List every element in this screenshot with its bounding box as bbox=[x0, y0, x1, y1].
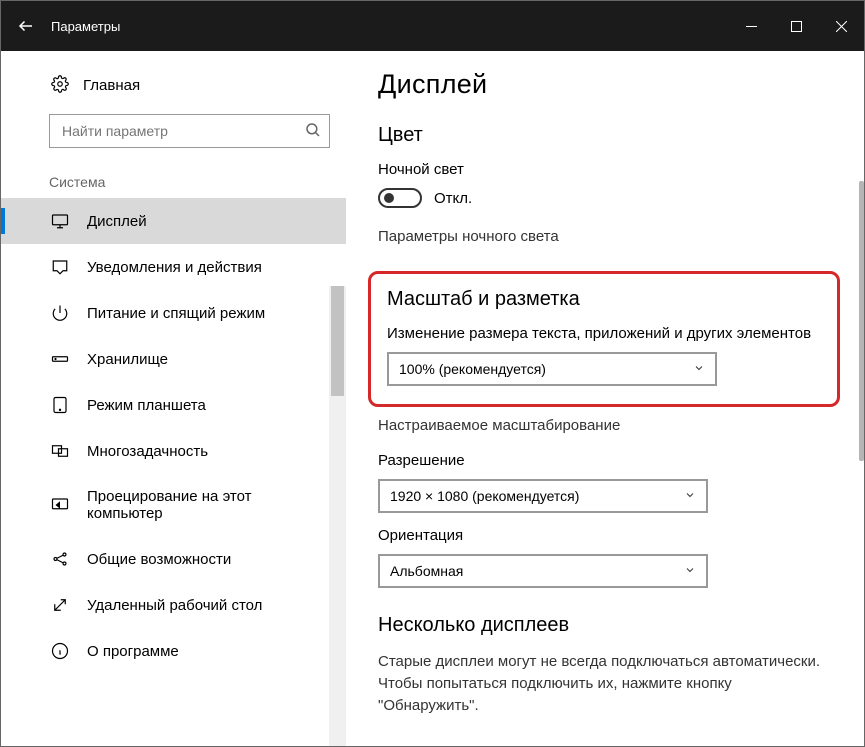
sidebar-item-label: Хранилище bbox=[87, 351, 168, 368]
chevron-down-icon bbox=[684, 488, 696, 504]
section-label: Система bbox=[1, 168, 346, 198]
scrollbar-thumb[interactable] bbox=[859, 181, 864, 461]
body-area: Главная Система Дисплей bbox=[1, 51, 864, 746]
resolution-combobox[interactable]: 1920 × 1080 (рекомендуется) bbox=[378, 479, 708, 513]
content-area: Дисплей Цвет Ночной свет Откл. Параметры… bbox=[346, 51, 864, 746]
color-heading: Цвет bbox=[378, 124, 834, 147]
sidebar-item-about[interactable]: О программе bbox=[1, 628, 346, 674]
sidebar-item-label: О программе bbox=[87, 643, 179, 660]
night-light-label: Ночной свет bbox=[378, 161, 834, 178]
sidebar: Главная Система Дисплей bbox=[1, 51, 346, 746]
sidebar-item-tablet[interactable]: Режим планшета bbox=[1, 382, 346, 428]
back-button[interactable] bbox=[1, 1, 51, 51]
scale-combobox[interactable]: 100% (рекомендуется) bbox=[387, 352, 717, 386]
night-light-toggle-row: Откл. bbox=[378, 188, 834, 208]
sidebar-item-label: Удаленный рабочий стол bbox=[87, 597, 262, 614]
sidebar-item-multitask[interactable]: Многозадачность bbox=[1, 428, 346, 474]
page-title: Дисплей bbox=[378, 69, 834, 100]
info-icon bbox=[51, 642, 69, 660]
maximize-button[interactable] bbox=[774, 1, 819, 51]
display-icon bbox=[51, 212, 69, 230]
sidebar-item-remote[interactable]: Удаленный рабочий стол bbox=[1, 582, 346, 628]
multi-displays-body: Старые дисплеи могут не всегда подключат… bbox=[378, 651, 834, 716]
search-input[interactable] bbox=[49, 114, 330, 148]
custom-scaling-link[interactable]: Настраиваемое масштабирование bbox=[378, 417, 834, 434]
toggle-state-text: Откл. bbox=[434, 190, 472, 207]
resolution-combobox-value: 1920 × 1080 (рекомендуется) bbox=[390, 488, 579, 504]
sidebar-item-label: Питание и спящий режим bbox=[87, 305, 265, 322]
content-scrollbar[interactable] bbox=[859, 181, 864, 746]
sidebar-item-label: Режим планшета bbox=[87, 397, 206, 414]
orientation-combobox[interactable]: Альбомная bbox=[378, 554, 708, 588]
window-title: Параметры bbox=[51, 19, 729, 34]
sidebar-item-label: Общие возможности bbox=[87, 551, 231, 568]
nav-scroll: Дисплей Уведомления и действия Питание и… bbox=[1, 198, 346, 746]
scale-combobox-value: 100% (рекомендуется) bbox=[399, 361, 546, 377]
project-icon bbox=[51, 496, 69, 514]
chevron-down-icon bbox=[693, 361, 705, 377]
sidebar-scrollbar[interactable] bbox=[329, 286, 346, 746]
highlight-scale-section: Масштаб и разметка Изменение размера тек… bbox=[368, 271, 840, 407]
orientation-label: Ориентация bbox=[378, 527, 834, 544]
sidebar-item-power[interactable]: Питание и спящий режим bbox=[1, 290, 346, 336]
sidebar-item-label: Уведомления и действия bbox=[87, 259, 262, 276]
settings-window: Параметры Главная bbox=[0, 0, 865, 747]
nav-list: Дисплей Уведомления и действия Питание и… bbox=[1, 198, 346, 674]
tablet-icon bbox=[51, 396, 69, 414]
titlebar: Параметры bbox=[1, 1, 864, 51]
comment-icon bbox=[51, 258, 69, 276]
gear-icon bbox=[51, 75, 69, 96]
chevron-down-icon bbox=[684, 563, 696, 579]
sidebar-item-projecting[interactable]: Проецирование на этот компьютер bbox=[1, 474, 346, 536]
sidebar-item-notifications[interactable]: Уведомления и действия bbox=[1, 244, 346, 290]
sidebar-item-display[interactable]: Дисплей bbox=[1, 198, 346, 244]
night-light-settings-link[interactable]: Параметры ночного света bbox=[378, 228, 834, 245]
sidebar-item-shared[interactable]: Общие возможности bbox=[1, 536, 346, 582]
search-wrap bbox=[49, 114, 330, 148]
window-controls bbox=[729, 1, 864, 51]
search-icon bbox=[304, 121, 322, 142]
sidebar-item-storage[interactable]: Хранилище bbox=[1, 336, 346, 382]
power-icon bbox=[51, 304, 69, 322]
close-button[interactable] bbox=[819, 1, 864, 51]
toggle-knob bbox=[384, 193, 394, 203]
multi-displays-heading: Несколько дисплеев bbox=[378, 614, 834, 637]
multitask-icon bbox=[51, 442, 69, 460]
home-label: Главная bbox=[83, 77, 140, 94]
remote-icon bbox=[51, 596, 69, 614]
scrollbar-thumb[interactable] bbox=[331, 286, 344, 396]
home-row[interactable]: Главная bbox=[1, 69, 346, 114]
scale-heading: Масштаб и разметка bbox=[387, 288, 821, 311]
sidebar-item-label: Многозадачность bbox=[87, 443, 208, 460]
share-icon bbox=[51, 550, 69, 568]
night-light-toggle[interactable] bbox=[378, 188, 422, 208]
sidebar-item-label: Проецирование на этот компьютер bbox=[87, 488, 330, 522]
scale-field-label: Изменение размера текста, приложений и д… bbox=[387, 325, 821, 342]
resolution-label: Разрешение bbox=[378, 452, 834, 469]
storage-icon bbox=[51, 350, 69, 368]
orientation-combobox-value: Альбомная bbox=[390, 563, 463, 579]
sidebar-item-label: Дисплей bbox=[87, 213, 147, 230]
minimize-button[interactable] bbox=[729, 1, 774, 51]
